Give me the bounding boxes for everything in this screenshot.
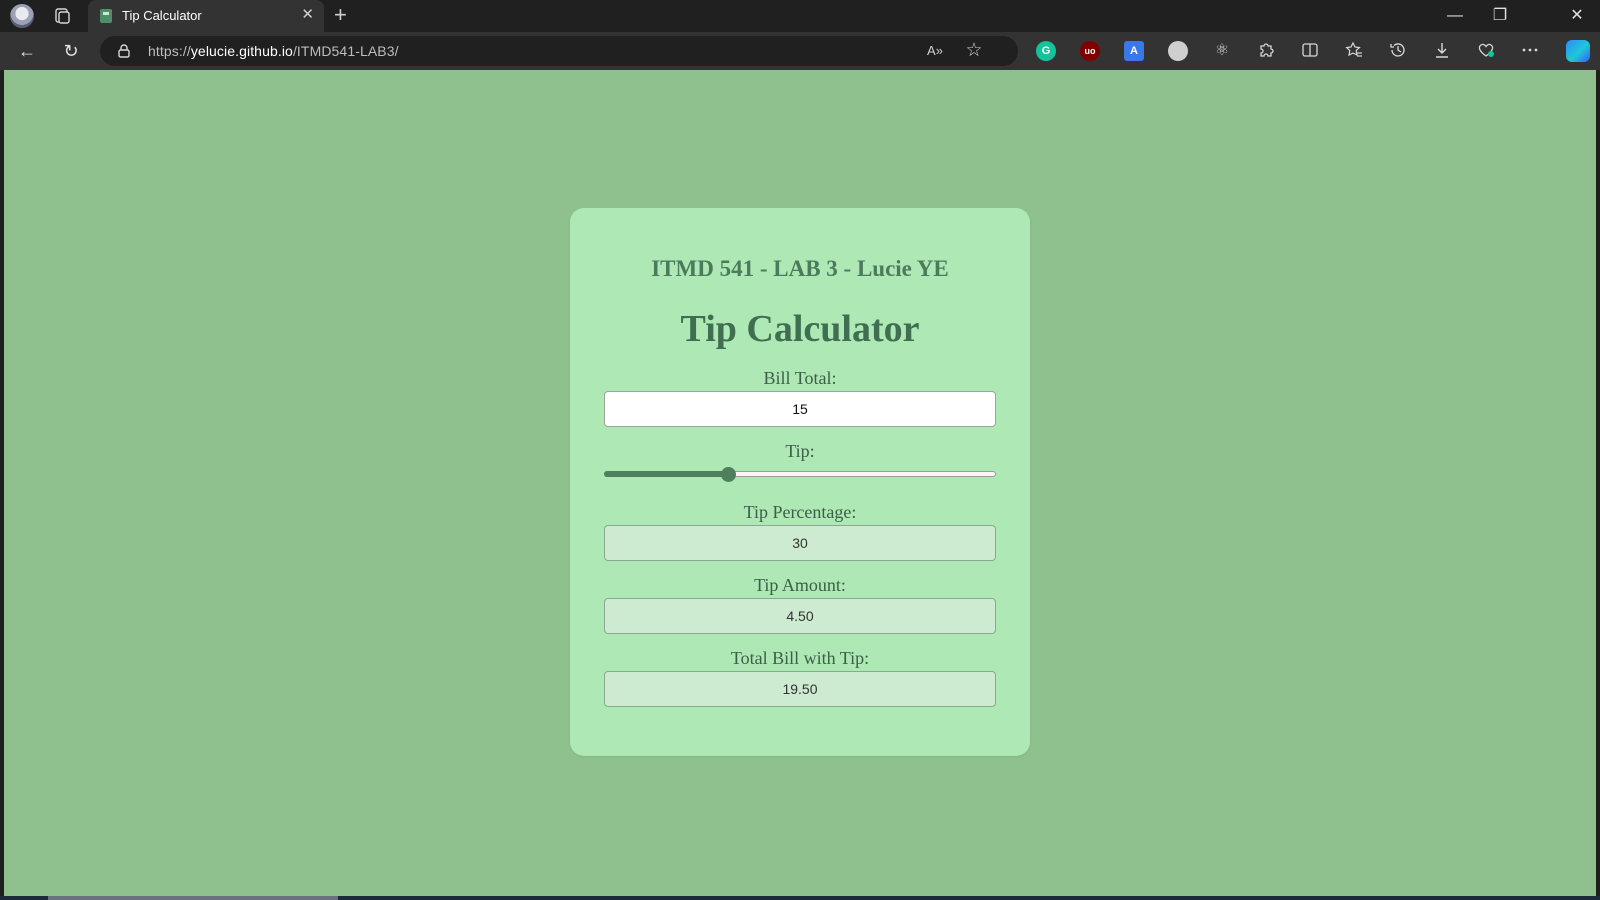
refresh-button[interactable]: ↻ [60, 40, 82, 62]
minimize-button[interactable]: — [1443, 6, 1467, 26]
puzzle-icon[interactable] [1256, 41, 1276, 61]
tip-amount-label: Tip Amount: [754, 575, 846, 595]
total-bill-label: Total Bill with Tip: [730, 648, 870, 668]
tip-slider[interactable] [604, 465, 996, 482]
tab-title: Tip Calculator [122, 8, 202, 23]
page-viewport: ITMD 541 - LAB 3 - Lucie YE Tip Calculat… [4, 70, 1596, 896]
grammarly-icon[interactable]: G [1036, 41, 1056, 61]
tip-percentage-label: Tip Percentage: [743, 502, 857, 522]
bill-total-label: Bill Total: [763, 368, 837, 388]
url-scheme: https:// [148, 43, 191, 59]
back-button[interactable]: ← [16, 40, 38, 62]
favorite-star-icon[interactable]: ☆ [964, 41, 984, 61]
history-icon[interactable] [1388, 41, 1408, 61]
bill-total-input[interactable] [604, 391, 996, 427]
downloads-icon[interactable] [1432, 41, 1452, 61]
url-text[interactable]: https://yelucie.github.io/ITMD541-LAB3/ [148, 43, 399, 59]
performance-icon[interactable] [1476, 41, 1496, 61]
split-screen-icon[interactable] [1300, 41, 1320, 61]
tab-close-icon[interactable]: ✕ [301, 7, 314, 23]
total-bill-field [604, 671, 996, 707]
browser-toolbar: ← ↻ https://yelucie.github.io/ITMD541-LA… [0, 32, 1600, 70]
close-window-button[interactable]: ✕ [1565, 6, 1589, 26]
taskbar-edge [0, 896, 1600, 900]
tip-slider-fill [604, 471, 729, 477]
tip-amount-field [604, 598, 996, 634]
workspaces-icon[interactable] [52, 6, 72, 26]
more-icon[interactable] [1520, 41, 1540, 61]
restore-button[interactable]: ❐ [1488, 6, 1512, 26]
favorites-icon[interactable] [1344, 41, 1364, 61]
calculator-favicon-icon [100, 9, 112, 23]
react-devtools-icon[interactable]: ⚛ [1212, 41, 1232, 61]
address-bar[interactable]: https://yelucie.github.io/ITMD541-LAB3/ … [100, 36, 1018, 66]
title-bar: Tip Calculator ✕ + — ❐ ✕ [0, 0, 1600, 32]
tip-label: Tip: [785, 441, 815, 461]
profile-avatar[interactable] [10, 4, 34, 28]
page-title: Tip Calculator [680, 308, 920, 350]
read-aloud-icon[interactable]: A» [925, 41, 945, 61]
url-path: /ITMD541-LAB3/ [292, 43, 399, 59]
tip-slider-thumb[interactable] [720, 467, 736, 482]
lock-icon[interactable] [118, 44, 130, 58]
page-subtitle: ITMD 541 - LAB 3 - Lucie YE [651, 256, 949, 281]
url-host: yelucie.github.io [190, 43, 293, 59]
ublock-icon[interactable]: uo [1080, 41, 1100, 61]
calculator-card: ITMD 541 - LAB 3 - Lucie YE Tip Calculat… [570, 208, 1030, 756]
copilot-icon[interactable] [1566, 40, 1590, 62]
translate-icon[interactable]: A [1124, 41, 1144, 61]
circle-extension-icon[interactable] [1168, 41, 1188, 61]
tab-tip-calculator[interactable]: Tip Calculator ✕ [88, 0, 324, 32]
new-tab-button[interactable]: + [334, 3, 347, 27]
tip-percentage-field [604, 525, 996, 561]
